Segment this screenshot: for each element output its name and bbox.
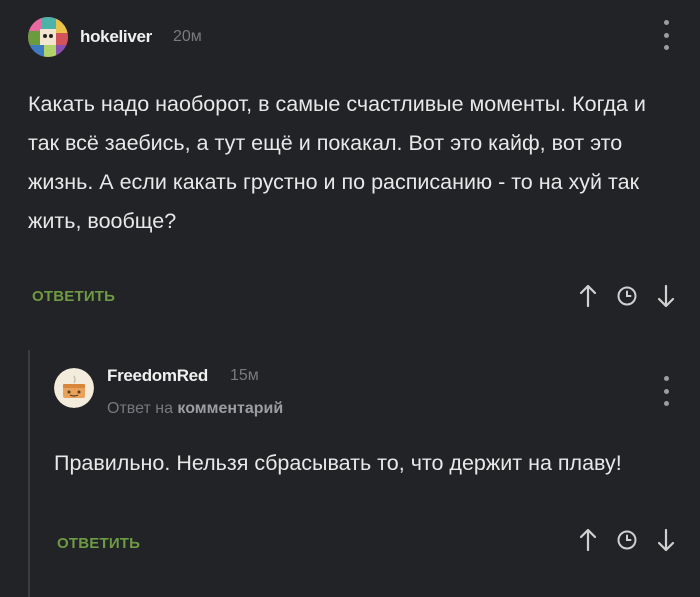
avatar[interactable] [54,368,94,408]
more-menu-icon[interactable] [661,20,671,50]
avatar-image-icon [28,17,68,57]
username[interactable]: FreedomRed [107,366,208,386]
arrow-down-icon[interactable] [656,528,676,552]
comment-text: Правильно. Нельзя сбрасывать то, что дер… [54,451,622,475]
avatar[interactable] [28,17,68,57]
arrow-up-icon[interactable] [578,528,598,552]
comment-actions [578,528,676,552]
clock-icon[interactable] [616,529,638,551]
avatar-image-icon [54,368,94,408]
comment-text: Какать надо наоборот, в самые счастливые… [28,92,646,233]
comment-time: 20м [173,28,202,45]
arrow-up-icon[interactable] [578,284,598,308]
comment-time: 15м [230,367,259,384]
more-menu-icon[interactable] [661,376,671,406]
reply-button[interactable]: ОТВЕТИТЬ [57,535,140,552]
comment-reply: FreedomRed 15м Ответ на комментарий Прав… [0,340,700,597]
comment-actions [578,284,676,308]
reply-to-info: Ответ на комментарий [107,400,283,418]
reply-prefix: Ответ на [107,400,173,417]
reply-button[interactable]: ОТВЕТИТЬ [32,288,115,305]
username[interactable]: hokeliver [80,27,152,47]
comment: hokeliver 20м Какать надо наоборот, в са… [0,0,700,330]
reply-target-link[interactable]: комментарий [177,400,283,417]
clock-icon[interactable] [616,285,638,307]
arrow-down-icon[interactable] [656,284,676,308]
